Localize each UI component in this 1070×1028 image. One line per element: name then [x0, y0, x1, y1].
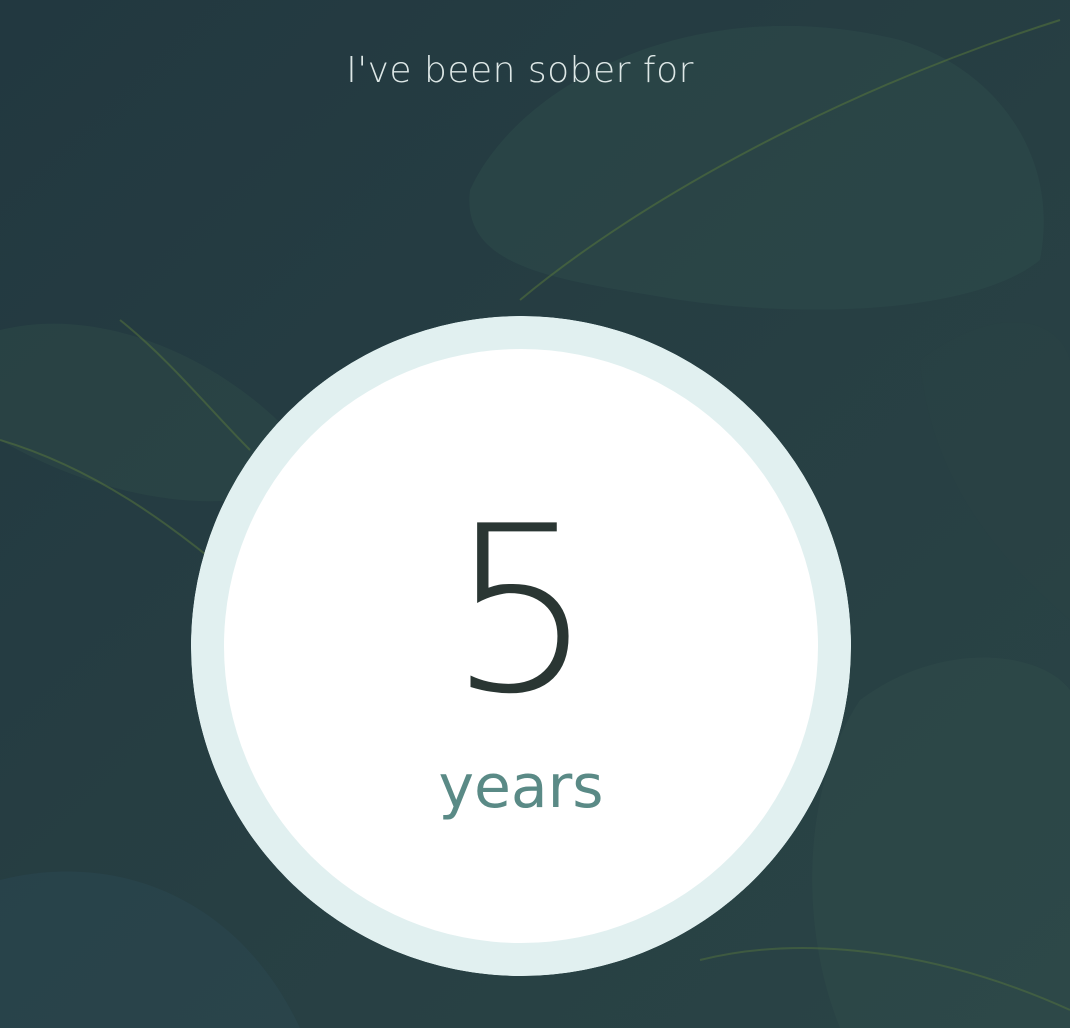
sober-count-value: 5	[447, 478, 595, 745]
sober-duration-heading: I've been sober for	[346, 50, 694, 91]
sober-count-unit: years	[438, 752, 604, 822]
